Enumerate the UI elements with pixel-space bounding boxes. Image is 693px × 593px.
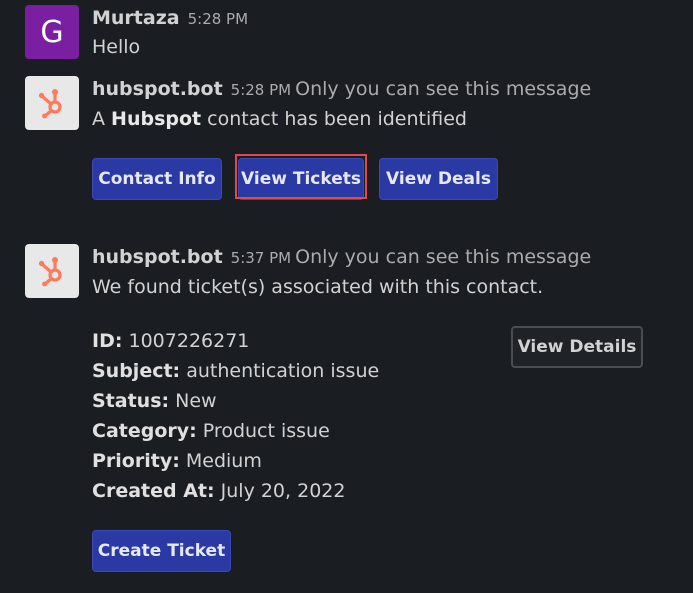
message-header: Murtaza 5:28 PM [92,7,248,29]
hubspot-sprocket-icon [38,257,62,287]
field-value: 1007226271 [128,330,250,352]
view-deals-button[interactable]: View Deals [379,158,498,200]
create-ticket-button[interactable]: Create Ticket [92,530,231,572]
ticket-field-status: Status: New [92,390,217,412]
field-label: Subject: [92,360,181,382]
text-suffix: contact has been identified [207,108,467,130]
hubspot-sprocket-icon [38,89,62,119]
contact-info-button[interactable]: Contact Info [92,158,222,200]
message-text: Hello [92,36,141,58]
field-value: July 20, 2022 [220,480,346,502]
message-header: hubspot.bot 5:28 PM Only you can see thi… [92,78,591,100]
ephemeral-note: Only you can see this message [295,246,592,268]
field-label: Category: [92,420,197,442]
bot-avatar[interactable] [25,244,79,298]
avatar-letter: G [40,14,64,50]
field-label: Created At: [92,480,215,502]
sender-name[interactable]: hubspot.bot [92,78,223,100]
ticket-field-subject: Subject: authentication issue [92,360,379,382]
view-details-button[interactable]: View Details [511,326,643,368]
bot-avatar[interactable] [25,76,79,130]
field-value: Product issue [202,420,330,442]
timestamp[interactable]: 5:28 PM [231,81,291,99]
ticket-field-priority: Priority: Medium [92,450,262,472]
timestamp[interactable]: 5:37 PM [231,249,291,267]
field-label: Priority: [92,450,180,472]
text-prefix: A [92,108,105,130]
ephemeral-note: Only you can see this message [295,78,592,100]
sender-name[interactable]: hubspot.bot [92,246,223,268]
field-value: authentication issue [186,360,380,382]
field-label: Status: [92,390,170,412]
user-avatar[interactable]: G [25,5,79,59]
field-value: Medium [185,450,262,472]
timestamp[interactable]: 5:28 PM [188,10,248,28]
ticket-field-category: Category: Product issue [92,420,330,442]
ticket-field-created-at: Created At: July 20, 2022 [92,480,345,502]
view-tickets-button[interactable]: View Tickets [238,158,364,200]
text-bold: Hubspot [111,108,202,130]
message-header: hubspot.bot 5:37 PM Only you can see thi… [92,246,591,268]
field-label: ID: [92,330,123,352]
message-text: A Hubspot contact has been identified [92,108,467,130]
ticket-field-id: ID: 1007226271 [92,330,249,352]
sender-name[interactable]: Murtaza [92,7,180,29]
field-value: New [175,390,217,412]
message-text: We found ticket(s) associated with this … [92,276,544,298]
